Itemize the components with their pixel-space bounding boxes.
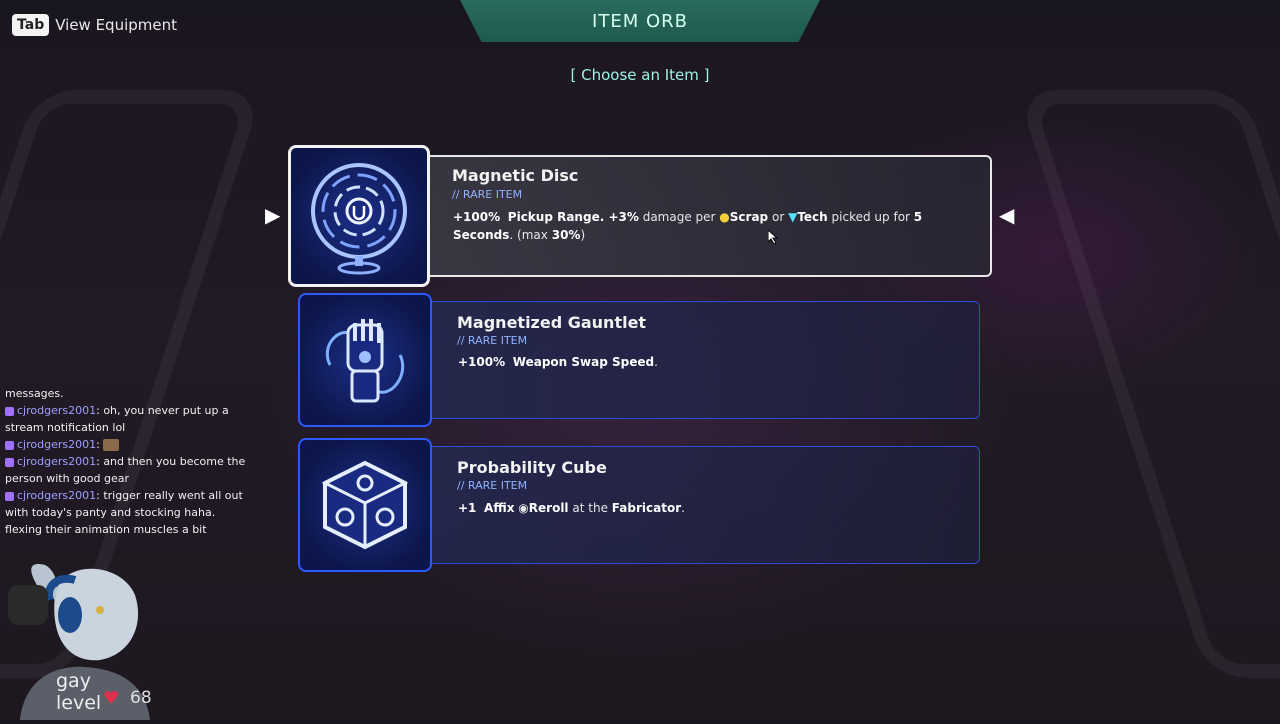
gay-level-line2: level [56,692,102,714]
desc-keyword: Reroll [528,501,569,515]
view-equipment-label: View Equipment [55,16,178,34]
heart-rate-icon: ♥ [103,688,120,709]
chat-username: cjrodgers2001 [17,404,97,417]
item-description: +100% Weapon Swap Speed. [458,353,958,371]
selection-arrow-right-icon: ▶ [265,203,281,227]
screen-title: ITEM ORB [592,10,688,32]
desc-text: . (max [509,228,548,242]
chat-username: cjrodgers2001 [17,438,97,451]
chat-emote-icon [103,439,120,451]
desc-keyword: Fabricator [611,501,682,515]
tech-icon: ▼ [788,210,798,224]
chat-badge-icon [5,440,14,450]
desc-keyword: Scrap [729,210,769,224]
chat-line: cjrodgers2001: oh, you never put up a st… [5,404,229,434]
reroll-icon: ◉ [518,501,529,515]
desc-text: ) [580,228,586,242]
desc-value: 30% [551,228,581,242]
desc-keyword: Tech [797,210,828,224]
desc-stat: Pickup Range [507,210,600,224]
item-card-magnetized-gauntlet[interactable]: Magnetized Gauntlet // RARE ITEM +100% W… [298,293,980,427]
item-card-magnetic-disc[interactable]: Magnetic Disc // RARE ITEM +100% Pickup … [288,145,992,287]
selection-arrow-left-icon: ◀ [999,203,1015,227]
magnetic-disc-icon [288,145,430,287]
desc-value: +100% [453,210,501,224]
desc-text: picked up for [831,210,910,224]
desc-keyword: Affix [484,501,515,515]
mouse-cursor-icon [767,228,779,248]
gay-level-value: 68 [130,688,152,708]
item-rarity: // RARE ITEM [452,188,523,201]
item-description: +100% Pickup Range. +3% damage per ●Scra… [453,208,953,244]
cube-icon [298,438,432,572]
desc-text: . [681,501,685,515]
desc-keyword: Seconds [453,228,510,242]
scrap-icon: ● [719,210,730,224]
gay-level-label: gay level [56,670,101,714]
choose-item-prompt: [ Choose an Item ] [570,66,710,84]
chat-username: cjrodgers2001 [17,455,97,468]
desc-value: 5 [913,210,923,224]
stream-chat: messages. cjrodgers2001: oh, you never p… [5,385,250,538]
chat-line: cjrodgers2001: and then you become the p… [5,455,246,485]
chat-line: messages. [5,387,64,400]
item-name: Magnetic Disc [452,166,579,185]
desc-value: +1 [458,501,477,515]
background-frame-right [1016,90,1280,678]
item-name: Probability Cube [457,458,607,477]
desc-text: damage per [642,210,716,224]
desc-value: +100% [458,355,506,369]
item-name: Magnetized Gauntlet [457,313,647,332]
desc-value: . +3% [599,210,639,224]
desc-text: . [654,355,658,369]
desc-stat: Weapon Swap Speed [512,355,655,369]
gay-level-line1: gay [56,670,91,692]
chat-badge-icon [5,406,14,416]
desc-text: at the [572,501,608,515]
item-card-probability-cube[interactable]: Probability Cube // RARE ITEM +1 Affix ◉… [298,438,980,572]
item-description: +1 Affix ◉Reroll at the Fabricator. [458,499,958,517]
title-banner: ITEM ORB [460,0,820,42]
chat-badge-icon [5,491,14,501]
chat-line: cjrodgers2001: trigger really went all o… [5,489,243,536]
desc-text: or [771,210,785,224]
tab-key-icon: Tab [12,14,50,36]
item-rarity: // RARE ITEM [457,479,528,492]
item-rarity: // RARE ITEM [457,334,528,347]
chat-line: cjrodgers2001: [5,436,250,453]
chat-badge-icon [5,457,14,467]
chat-username: cjrodgers2001 [17,489,97,502]
view-equipment-hint[interactable]: Tab View Equipment [12,14,177,36]
gauntlet-icon [298,293,432,427]
